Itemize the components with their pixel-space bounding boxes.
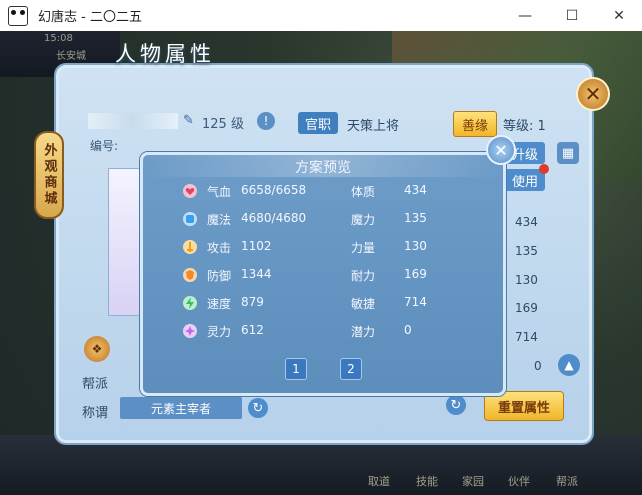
preview-title: 方案预览 bbox=[295, 160, 351, 176]
title-label: 称谓 bbox=[82, 406, 109, 421]
stat-value: 879 bbox=[241, 295, 264, 309]
stat-value: 0 bbox=[404, 323, 412, 337]
player-level: 125 级 bbox=[202, 117, 244, 132]
window-title: 幻唐志 - 二〇二五 bbox=[38, 10, 142, 25]
minimize-icon: — bbox=[518, 7, 532, 24]
defense-icon bbox=[183, 268, 197, 282]
player-name-masked bbox=[88, 113, 178, 129]
stat-name: 气血 bbox=[207, 185, 232, 199]
appearance-shop-tab[interactable]: 外观商城 bbox=[34, 131, 64, 219]
attribute-value: 130 bbox=[515, 273, 538, 287]
attribute-value: 714 bbox=[515, 330, 538, 344]
stat-value: 6658/6658 bbox=[241, 183, 307, 197]
spirit-icon bbox=[183, 324, 197, 338]
maximize-icon: ☐ bbox=[565, 7, 579, 24]
stats-list: 气血 6658/6658 体质 434 魔法 4680/4680 魔力 135 … bbox=[172, 180, 500, 344]
faction-emblem-icon: ❖ bbox=[84, 336, 110, 362]
page-button-1[interactable]: 1 bbox=[285, 358, 307, 380]
stat-name: 攻击 bbox=[207, 241, 232, 255]
minimize-button[interactable]: — bbox=[502, 0, 548, 31]
mana-icon bbox=[183, 212, 197, 226]
window-titlebar: 幻唐志 - 二〇二五 — ☐ ✕ bbox=[0, 0, 642, 31]
stat-value: 714 bbox=[404, 295, 427, 309]
attribute-value: 169 bbox=[515, 301, 538, 315]
stat-value: 1344 bbox=[241, 267, 272, 281]
stat-row: 气血 6658/6658 体质 434 bbox=[172, 180, 500, 202]
stat-name: 魔法 bbox=[207, 213, 232, 227]
faction-label: 帮派 bbox=[82, 377, 109, 392]
app-icon bbox=[8, 5, 28, 26]
page-button-2[interactable]: 2 bbox=[340, 358, 362, 380]
pencil-icon[interactable]: ✎ bbox=[183, 113, 197, 128]
attack-icon bbox=[183, 240, 197, 254]
title-select[interactable]: 元素主宰者 bbox=[120, 397, 242, 419]
stat-name: 力量 bbox=[351, 241, 376, 255]
use-button[interactable]: 使用 bbox=[505, 169, 545, 191]
stat-name: 灵力 bbox=[207, 325, 232, 339]
role-value: 天策上将 bbox=[347, 119, 400, 134]
attribute-value: 135 bbox=[515, 244, 538, 258]
close-icon: ✕ bbox=[584, 82, 602, 106]
speed-icon bbox=[183, 296, 197, 310]
add-point-icon[interactable]: ▲ bbox=[558, 354, 580, 376]
stat-name: 敏捷 bbox=[351, 297, 376, 311]
panel-title: 人物属性 bbox=[115, 42, 215, 66]
preview-close-button[interactable]: ✕ bbox=[486, 135, 516, 165]
stat-name: 魔力 bbox=[351, 213, 376, 227]
stat-value: 434 bbox=[404, 183, 427, 197]
appearance-shop-label: 外观商城 bbox=[41, 143, 57, 207]
stat-name: 速度 bbox=[207, 297, 232, 311]
attribute-value: 434 bbox=[515, 215, 538, 229]
panel-close-button[interactable]: ✕ bbox=[576, 77, 610, 111]
stat-row: 攻击 1102 力量 130 bbox=[172, 236, 500, 258]
stat-row: 灵力 612 潜力 0 bbox=[172, 320, 500, 342]
stat-name: 潜力 bbox=[351, 325, 376, 339]
stat-name: 体质 bbox=[351, 185, 376, 199]
stat-value: 169 bbox=[404, 267, 427, 281]
stat-row: 魔法 4680/4680 魔力 135 bbox=[172, 208, 500, 230]
maximize-button[interactable]: ☐ bbox=[549, 0, 595, 31]
close-icon: ✕ bbox=[613, 7, 625, 24]
stat-name: 防御 bbox=[207, 269, 232, 283]
good-karma-button[interactable]: 善缘 bbox=[453, 111, 497, 137]
notification-dot bbox=[539, 164, 549, 174]
id-label: 编号: bbox=[90, 139, 119, 153]
stat-row: 速度 879 敏捷 714 bbox=[172, 292, 500, 314]
stat-value: 612 bbox=[241, 323, 264, 337]
close-icon: ✕ bbox=[494, 140, 508, 160]
refresh-icon[interactable]: ↻ bbox=[248, 398, 268, 418]
info-icon[interactable]: ! bbox=[257, 112, 275, 130]
stat-value: 130 bbox=[404, 239, 427, 253]
gift-icon[interactable]: ▦ bbox=[557, 142, 579, 164]
stat-name: 耐力 bbox=[351, 269, 376, 283]
stat-value: 135 bbox=[404, 211, 427, 225]
potential-value: 0 bbox=[534, 359, 542, 373]
close-window-button[interactable]: ✕ bbox=[596, 0, 642, 31]
refresh-icon[interactable]: ↻ bbox=[446, 395, 466, 415]
role-badge: 官职 bbox=[298, 112, 338, 134]
stat-value: 1102 bbox=[241, 239, 272, 253]
stat-value: 4680/4680 bbox=[241, 211, 307, 225]
stat-row: 防御 1344 耐力 169 bbox=[172, 264, 500, 286]
grade-label: 等级: 1 bbox=[503, 119, 546, 134]
heart-icon bbox=[183, 184, 197, 198]
